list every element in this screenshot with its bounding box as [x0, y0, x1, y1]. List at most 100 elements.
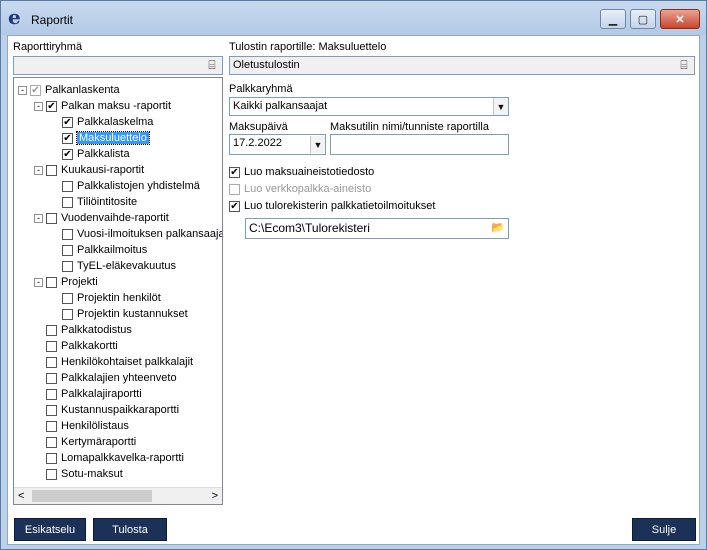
tree-node-checkbox[interactable]: [62, 308, 73, 320]
tree-node-label[interactable]: Palkkalajiraportti: [61, 388, 142, 400]
tree-node-checkbox[interactable]: [46, 276, 57, 288]
tree-node[interactable]: Kustannuspaikkaraportti: [34, 402, 179, 418]
tree-node[interactable]: - Vuodenvaihde-raportit: [34, 210, 169, 226]
tree-node-label[interactable]: Palkkakortti: [61, 340, 118, 352]
tree-node[interactable]: Henkilölistaus: [34, 418, 129, 434]
tree-node-checkbox[interactable]: [46, 356, 57, 368]
date-dropdown-icon[interactable]: ▼: [310, 136, 325, 153]
tree-node-label[interactable]: Henkilölistaus: [61, 420, 129, 432]
tree-node[interactable]: Palkkalajiraportti: [34, 386, 142, 402]
tree-node-checkbox[interactable]: [46, 324, 57, 336]
tree-node-checkbox[interactable]: ✔: [62, 132, 73, 144]
payment-date-field[interactable]: 17.2.2022 ▼: [229, 134, 326, 155]
tree-node-checkbox[interactable]: [46, 340, 57, 352]
scroll-left-icon[interactable]: <: [18, 490, 24, 502]
scroll-thumb[interactable]: [32, 490, 152, 502]
pay-group-select[interactable]: Kaikki palkansaajat ▼: [229, 97, 509, 116]
tree-node-label[interactable]: Vuodenvaihde-raportit: [61, 212, 169, 224]
report-group-field[interactable]: ⌸: [13, 56, 223, 75]
tree-node-label[interactable]: Kustannuspaikkaraportti: [61, 404, 179, 416]
collapse-icon[interactable]: -: [34, 277, 43, 287]
tree-node-label[interactable]: Vuosi-ilmoituksen palkansaaja: [77, 228, 222, 240]
tree-node-checkbox[interactable]: [62, 244, 73, 256]
tree-node-checkbox[interactable]: [46, 388, 57, 400]
tree-node-checkbox[interactable]: ✔: [62, 116, 73, 128]
tree-node-checkbox[interactable]: [62, 260, 73, 272]
tree-node-label[interactable]: Lomapalkkavelka-raportti: [61, 452, 184, 464]
tree-node[interactable]: Lomapalkkavelka-raportti: [34, 450, 184, 466]
tree-node-checkbox[interactable]: [46, 452, 57, 464]
tree-horizontal-scrollbar[interactable]: < >: [14, 487, 222, 504]
tree-node-label[interactable]: Palkkalajien yhteenveto: [61, 372, 177, 384]
tree-node-checkbox[interactable]: ✔: [62, 148, 73, 160]
tree-node-checkbox[interactable]: [46, 372, 57, 384]
tree-node-checkbox[interactable]: [62, 196, 73, 208]
tree-node[interactable]: Palkkatodistus: [34, 322, 132, 338]
print-button[interactable]: Tulosta: [93, 518, 167, 541]
tree-node[interactable]: Palkkalajien yhteenveto: [34, 370, 177, 386]
report-tree[interactable]: < > - ✔ Palkanlaskenta - ✔ Palkan maksu -rapo…: [13, 77, 223, 505]
tree-node-checkbox[interactable]: [46, 164, 57, 176]
tree-node-label[interactable]: Henkilökohtaiset palkkalajit: [61, 356, 193, 368]
printer-field[interactable]: Oletustulostin ⌸: [229, 56, 695, 75]
tree-node[interactable]: ✔ Palkkalaskelma: [50, 114, 153, 130]
tree-node-checkbox[interactable]: [46, 436, 57, 448]
tree-node-label[interactable]: Kuukausi-raportit: [61, 164, 144, 176]
tulorekisteri-checkbox[interactable]: ✔: [229, 200, 240, 212]
collapse-icon[interactable]: -: [34, 213, 43, 223]
printer-picker-icon[interactable]: ⌸: [676, 58, 692, 73]
tree-node-label[interactable]: Kertymäraportti: [61, 436, 136, 448]
title-bar[interactable]: e Raportit ▁ ▢ ✕: [1, 1, 706, 35]
tree-node[interactable]: Henkilökohtaiset palkkalajit: [34, 354, 193, 370]
pay-group-dropdown-icon[interactable]: ▼: [493, 98, 508, 115]
tree-node[interactable]: - Projekti: [34, 274, 98, 290]
collapse-icon[interactable]: -: [34, 101, 43, 111]
tree-node-label[interactable]: Sotu-maksut: [61, 468, 123, 480]
tree-node[interactable]: - ✔ Palkan maksu -raportit: [34, 98, 171, 114]
folder-icon[interactable]: 📂: [490, 221, 506, 236]
tree-node-label[interactable]: Tiliöintitosite: [77, 196, 137, 208]
maximize-button[interactable]: ▢: [630, 9, 656, 29]
tree-node-label[interactable]: Palkkalista: [77, 148, 130, 160]
tree-node[interactable]: Sotu-maksut: [34, 466, 123, 482]
scroll-right-icon[interactable]: >: [212, 490, 218, 502]
tulorekisteri-checkbox-row[interactable]: ✔ Luo tulorekisterin palkkatietoilmoituk…: [229, 200, 435, 212]
close-button[interactable]: Sulje: [632, 518, 696, 541]
tree-node-label[interactable]: Palkanlaskenta: [45, 84, 120, 96]
tree-node-label[interactable]: TyEL-eläkevakuutus: [77, 260, 176, 272]
report-group-picker-icon[interactable]: ⌸: [204, 58, 220, 73]
collapse-icon[interactable]: -: [18, 85, 27, 95]
tree-node-checkbox[interactable]: [62, 292, 73, 304]
tree-node-checkbox[interactable]: [62, 180, 73, 192]
tree-node[interactable]: Palkkailmoitus: [50, 242, 147, 258]
maksuaineisto-checkbox-row[interactable]: ✔ Luo maksuaineistotiedosto: [229, 166, 374, 178]
tree-node-label[interactable]: Maksuluettelo: [76, 131, 150, 145]
tree-node-label[interactable]: Palkkatodistus: [61, 324, 132, 336]
tree-node[interactable]: Kertymäraportti: [34, 434, 136, 450]
tree-node-label[interactable]: Palkkalistojen yhdistelmä: [77, 180, 200, 192]
tree-node[interactable]: Projektin henkilöt: [50, 290, 161, 306]
tree-node[interactable]: ✔ Palkkalista: [50, 146, 130, 162]
tree-node[interactable]: Vuosi-ilmoituksen palkansaaja: [50, 226, 222, 242]
preview-button[interactable]: Esikatselu: [14, 518, 86, 541]
tree-node[interactable]: Tiliöintitosite: [50, 194, 137, 210]
tree-node[interactable]: TyEL-eläkevakuutus: [50, 258, 176, 274]
tree-node-checkbox[interactable]: [46, 212, 57, 224]
tree-node-label[interactable]: Projektin kustannukset: [77, 308, 188, 320]
tree-node-label[interactable]: Palkkalaskelma: [77, 116, 153, 128]
tree-node[interactable]: Palkkalistojen yhdistelmä: [50, 178, 200, 194]
tulorekisteri-path-field[interactable]: C:\Ecom3\Tulorekisteri 📂: [245, 218, 509, 239]
account-field[interactable]: [330, 134, 509, 155]
collapse-icon[interactable]: -: [34, 165, 43, 175]
close-window-button[interactable]: ✕: [660, 9, 700, 29]
tree-node-label[interactable]: Projektin henkilöt: [77, 292, 161, 304]
tree-node[interactable]: - Kuukausi-raportit: [34, 162, 144, 178]
tree-node[interactable]: Projektin kustannukset: [50, 306, 188, 322]
tree-node[interactable]: - ✔ Palkanlaskenta: [18, 82, 120, 98]
tree-node-label[interactable]: Projekti: [61, 276, 98, 288]
tree-node[interactable]: ✔ Maksuluettelo: [50, 130, 150, 146]
tree-node-label[interactable]: Palkkailmoitus: [77, 244, 147, 256]
tree-node-checkbox[interactable]: [46, 420, 57, 432]
tree-node-checkbox[interactable]: [46, 468, 57, 480]
tree-node-checkbox[interactable]: ✔: [30, 84, 41, 96]
